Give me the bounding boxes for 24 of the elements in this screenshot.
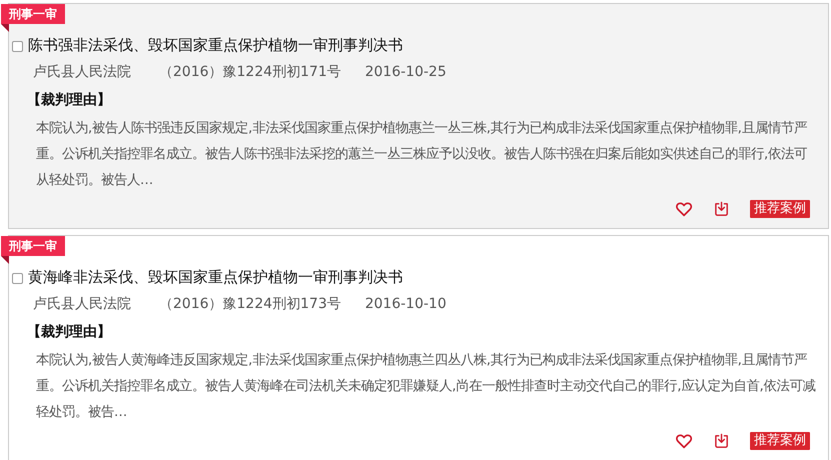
court-name: 卢氏县人民法院 — [33, 62, 131, 82]
favorite-heart-icon[interactable] — [675, 200, 693, 218]
court-name: 卢氏县人民法院 — [33, 294, 131, 314]
reason-heading: 【裁判理由】 — [26, 322, 112, 342]
tag-fold-icon — [1, 256, 9, 264]
case-title-link[interactable]: 黄海峰非法采伐、毁坏国家重点保护植物一审刑事判决书 — [28, 266, 403, 288]
reason-text: 本院认为,被告人黄海峰违反国家规定,非法采伐国家重点保护植物惠兰四丛八株,其行为已构成非法采伐国家重点保护植物罪,且属情节严重。公诉机关指控罪名成立。被告人黄海峰在司法机关未确定犯罪嫌疑人,尚在一般性排查时主动交代自己的罪行,应认定为自首,依法可减轻处罚。被告… — [35, 352, 817, 422]
case-type-tag: 刑事一审 — [1, 4, 65, 24]
judgment-date: 2016-10-10 — [364, 294, 446, 314]
select-checkbox[interactable] — [12, 273, 23, 284]
case-title-link[interactable]: 陈书强非法采伐、毁坏国家重点保护植物一审刑事判决书 — [28, 34, 403, 56]
case-type-tag: 刑事一审 — [1, 236, 65, 256]
favorite-heart-icon[interactable] — [675, 432, 693, 450]
select-checkbox[interactable] — [12, 41, 23, 52]
reason-heading: 【裁判理由】 — [26, 90, 112, 110]
recommended-case-badge: 推荐案例 — [750, 200, 810, 218]
judgment-date: 2016-10-25 — [364, 62, 446, 82]
case-number: （2016）豫1224刑初171号 — [159, 62, 341, 82]
download-icon[interactable] — [713, 432, 730, 450]
case-number: （2016）豫1224刑初173号 — [159, 294, 341, 314]
reason-text: 本院认为,被告人陈书强违反国家规定,非法采伐国家重点保护植物惠兰一丛三株,其行为已构成非法采伐国家重点保护植物罪,且属情节严重。公诉机关指控罪名成立。被告人陈书强非法采挖的蕙兰一丛三株应予以没收。被告人陈书强在归案后能如实供述自己的罪行,依法可从轻处罚。被告人… — [35, 120, 808, 190]
tag-fold-icon — [1, 24, 9, 32]
download-icon[interactable] — [713, 200, 730, 218]
recommended-case-badge: 推荐案例 — [750, 432, 810, 450]
